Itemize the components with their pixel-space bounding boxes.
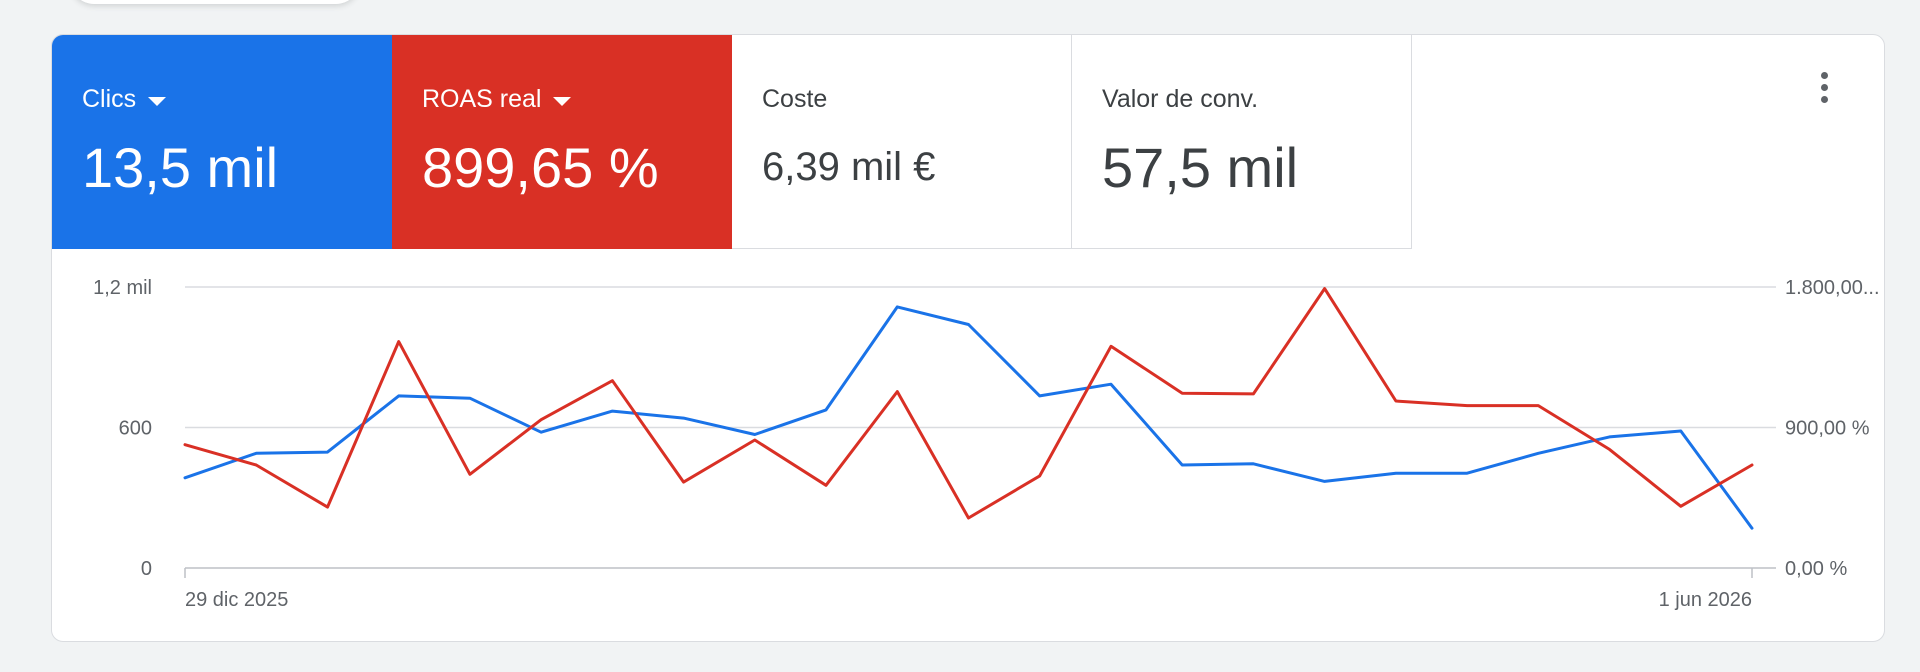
x-tick-label: 29 dic 2025 (185, 589, 288, 611)
y-left-tick-label: 0 (141, 558, 152, 580)
line-chart: 0 600 1,2 mil 0,00 % 900,00 % 1.800,00... 29 d… (93, 277, 1880, 611)
y-left-tick-label: 1,2 mil (93, 277, 152, 299)
performance-card: Clics 13,5 mil ROAS real 899,65 % Coste … (51, 34, 1885, 642)
series-line-clics (183, 305, 1754, 530)
y-right-tick-label: 1.800,00... (1785, 277, 1880, 299)
y-left-tick-label: 600 (119, 418, 152, 440)
x-tick-label: 1 jun 2026 (1659, 589, 1752, 611)
previous-card-edge (70, 0, 360, 4)
y-right-tick-label: 0,00 % (1785, 558, 1847, 580)
y-right-tick-label: 900,00 % (1785, 418, 1870, 440)
